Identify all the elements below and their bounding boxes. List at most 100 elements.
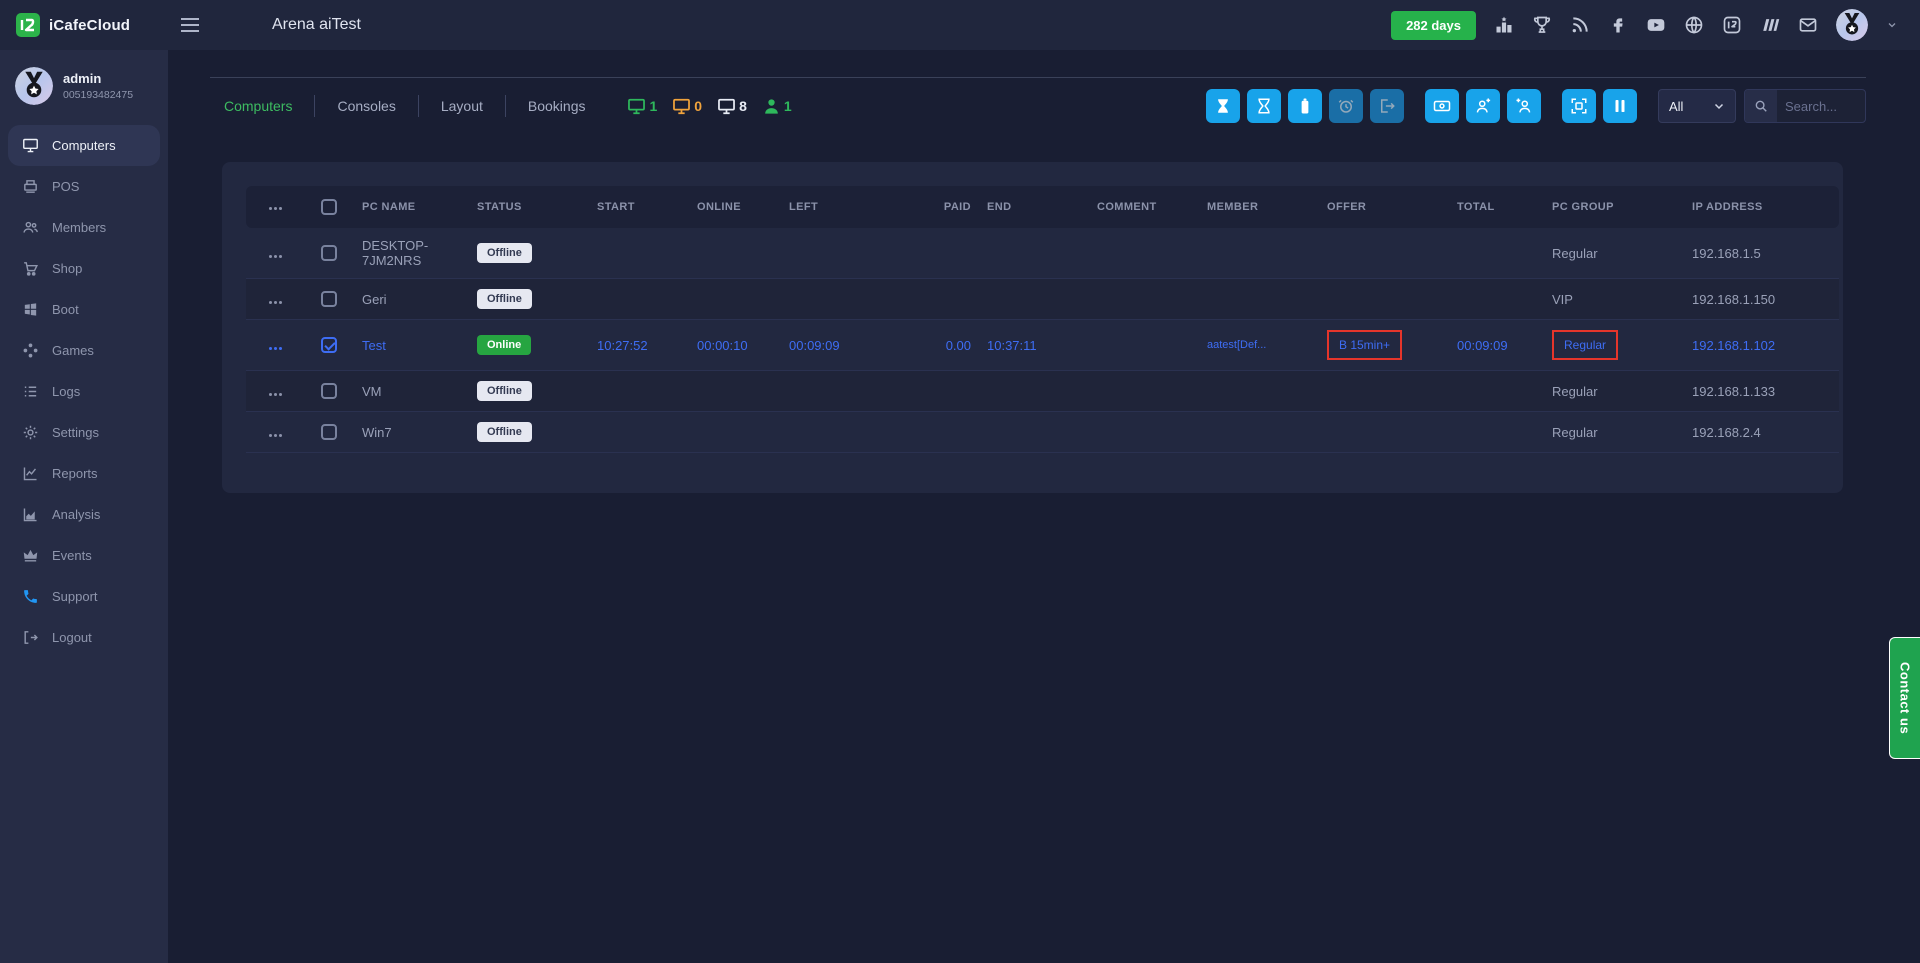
tab-consoles[interactable]: Consoles: [315, 95, 419, 117]
offer-highlight-box[interactable]: B 15min+: [1327, 330, 1403, 360]
chevron-down-icon: [1714, 103, 1724, 110]
row-checkbox-checked[interactable]: [321, 337, 337, 354]
sidebar-item-computers[interactable]: Computers: [8, 125, 160, 166]
power-button[interactable]: [1288, 89, 1322, 123]
col-status: STATUS: [469, 186, 589, 228]
table-row-win7[interactable]: Win7 Offline Regular 192.168.2.4: [246, 411, 1839, 453]
sidebar-item-pos[interactable]: POS: [8, 166, 160, 207]
cell-start: [589, 370, 689, 412]
chevron-down-icon[interactable]: [1886, 19, 1898, 31]
row-actions-button[interactable]: [268, 300, 272, 304]
page-title: Arena aiTest: [272, 16, 361, 33]
add-guest-button[interactable]: [1507, 89, 1541, 123]
app-logo[interactable]: iCafeCloud: [0, 13, 168, 37]
sidebar-item-boot[interactable]: Boot: [8, 289, 160, 330]
hourglass-filled-icon: [1218, 99, 1228, 113]
row-checkbox[interactable]: [321, 291, 337, 308]
tab-computers[interactable]: Computers: [224, 95, 316, 117]
hamburger-menu-icon[interactable]: [180, 17, 200, 33]
sidebar: admin 005193482475 Computers POS Members…: [0, 50, 168, 963]
tab-layout[interactable]: Layout: [419, 95, 506, 117]
header-ellipsis-icon[interactable]: [268, 207, 272, 210]
sidebar-item-reports[interactable]: Reports: [8, 453, 160, 494]
sidebar-item-shop[interactable]: Shop: [8, 248, 160, 289]
col-paid: PAID: [921, 186, 979, 228]
row-checkbox[interactable]: [321, 383, 337, 400]
payment-button[interactable]: [1425, 89, 1459, 123]
trophy-icon[interactable]: [1532, 15, 1552, 35]
view-tabs: Computers Consoles Layout Bookings: [224, 95, 607, 117]
cell-end: [979, 278, 1089, 320]
cell-end: 10:37:11: [979, 319, 1089, 371]
sidebar-item-support[interactable]: Support: [8, 576, 160, 617]
sidebar-item-logs[interactable]: Logs: [8, 371, 160, 412]
filter-dropdown[interactable]: All: [1658, 89, 1736, 123]
table-row-test[interactable]: Test Online 10:27:52 00:00:10 00:09:09 0…: [246, 319, 1839, 371]
rss-icon[interactable]: [1570, 15, 1590, 35]
sign-out-icon: [1381, 99, 1395, 113]
status-counters: 1 0 8 1: [627, 97, 792, 116]
pause-button[interactable]: [1603, 89, 1637, 123]
globe-icon[interactable]: [1684, 15, 1704, 35]
alarm-button[interactable]: [1329, 89, 1363, 123]
cell-pc-group: VIP: [1544, 278, 1684, 320]
tab-bookings[interactable]: Bookings: [506, 95, 608, 117]
battery-icon: [1301, 98, 1309, 114]
member-online-icon: [765, 98, 778, 114]
toolbar-actions: All: [1199, 89, 1866, 123]
main-content: Computers Consoles Layout Bookings 1 0 8…: [168, 0, 1920, 493]
search-icon[interactable]: [1745, 90, 1777, 122]
search-input[interactable]: [1777, 98, 1865, 114]
table-row-vm[interactable]: VM Offline Regular 192.168.1.133: [246, 370, 1839, 412]
sidebar-item-logout[interactable]: Logout: [8, 617, 160, 658]
monitor-online-icon: [628, 98, 646, 114]
cell-offer: [1319, 228, 1449, 279]
add-member-button[interactable]: [1466, 89, 1500, 123]
col-online: ONLINE: [689, 186, 781, 228]
cell-paid: [921, 411, 979, 453]
select-all-checkbox[interactable]: [321, 199, 337, 215]
row-actions-button[interactable]: [268, 254, 272, 258]
screenshot-button[interactable]: [1562, 89, 1596, 123]
cell-member: [1199, 370, 1319, 412]
facebook-icon[interactable]: [1608, 15, 1628, 35]
pc-group-highlight-box[interactable]: Regular: [1552, 330, 1619, 360]
sidebar-menu: Computers POS Members Shop Boot Games Lo…: [0, 125, 168, 658]
row-actions-button[interactable]: [268, 433, 272, 437]
cell-member: [1199, 228, 1319, 279]
user-avatar[interactable]: [1836, 9, 1868, 41]
icafecloud-mark-icon[interactable]: [1722, 15, 1742, 35]
row-actions-button[interactable]: [268, 346, 272, 350]
cell-left: [781, 370, 921, 412]
add-time-button[interactable]: [1247, 89, 1281, 123]
table-row-desktop-7jm2nrs[interactable]: DESKTOP-7JM2NRS Offline Regular 192.168.…: [246, 228, 1839, 279]
windows-icon: [24, 303, 37, 316]
table-row-geri[interactable]: Geri Offline VIP 192.168.1.150: [246, 278, 1839, 320]
cell-total: [1449, 411, 1544, 453]
sidebar-user-block[interactable]: admin 005193482475: [0, 50, 168, 115]
col-ip-address: IP ADDRESS: [1684, 186, 1839, 228]
cell-end: [979, 370, 1089, 412]
mail-icon[interactable]: [1798, 15, 1818, 35]
cell-comment: [1089, 370, 1199, 412]
row-actions-button[interactable]: [268, 392, 272, 396]
youtube-icon[interactable]: [1646, 15, 1666, 35]
sidebar-item-events[interactable]: Events: [8, 535, 160, 576]
sidebar-item-settings[interactable]: Settings: [8, 412, 160, 453]
row-checkbox[interactable]: [321, 424, 337, 441]
session-time-button[interactable]: [1206, 89, 1240, 123]
top-header-bar: iCafeCloud Arena aiTest 282 days: [0, 0, 1920, 50]
cell-member: [1199, 278, 1319, 320]
sidebar-item-members[interactable]: Members: [8, 207, 160, 248]
contact-us-tab[interactable]: Contact us: [1889, 637, 1920, 759]
license-days-badge[interactable]: 282 days: [1391, 10, 1476, 40]
cell-pc-group: Regular: [1544, 370, 1684, 412]
col-pc-name: PC NAME: [354, 186, 469, 228]
sidebar-item-games[interactable]: Games: [8, 330, 160, 371]
ranking-podium-icon[interactable]: [1494, 15, 1514, 35]
row-checkbox[interactable]: [321, 245, 337, 262]
checkout-button[interactable]: [1370, 89, 1404, 123]
sidebar-item-analysis[interactable]: Analysis: [8, 494, 160, 535]
slashes-cards-icon[interactable]: [1760, 15, 1780, 35]
cell-online: 00:00:10: [689, 319, 781, 371]
